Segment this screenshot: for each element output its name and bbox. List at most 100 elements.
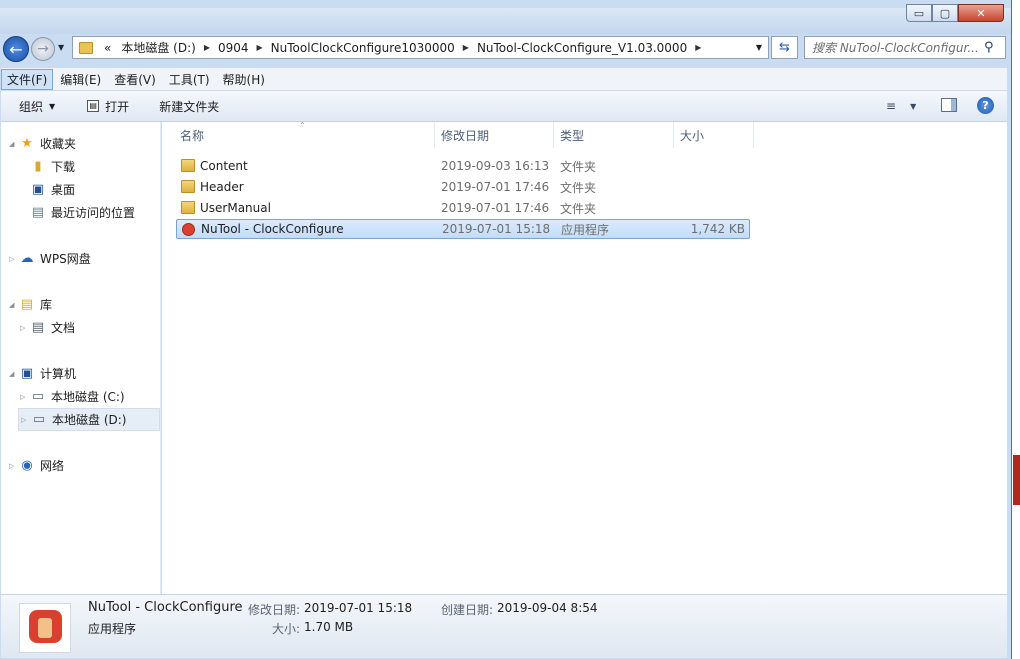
nav-label: 文档 <box>51 321 76 335</box>
expand-icon[interactable]: ◢ <box>9 140 19 148</box>
folder-icon <box>181 201 195 214</box>
library-icon: ▤ <box>20 297 34 312</box>
downloads-icon: ▮ <box>34 159 42 174</box>
address-segment[interactable]: NuTool-ClockConfigure_V1.03.0000 <box>472 41 692 55</box>
change-view-button[interactable]: ≡ ▼ <box>886 99 916 113</box>
file-size: 1,742 KB <box>690 222 745 236</box>
file-name: NuTool - ClockConfigure <box>201 222 344 236</box>
forward-button[interactable]: → <box>31 37 55 61</box>
nav-downloads[interactable]: ▮ 下载 <box>30 158 75 175</box>
refresh-button[interactable]: ⇆ <box>771 36 798 59</box>
file-row[interactable]: Header 2019-07-01 17:46 文件夹 <box>176 177 750 197</box>
details-created-value: 2019-09-04 8:54 <box>497 601 598 615</box>
chevron-right-icon[interactable]: ▶ <box>460 43 472 52</box>
column-header-type[interactable]: 类型 <box>560 127 584 144</box>
file-type: 文件夹 <box>560 201 597 216</box>
network-icon: ◉ <box>21 458 33 473</box>
open-icon: ▤ <box>87 100 100 112</box>
column-divider[interactable] <box>434 122 435 148</box>
organize-button[interactable]: 组织 ▼ <box>19 98 55 115</box>
expand-icon[interactable]: ◢ <box>9 301 19 309</box>
expand-icon[interactable]: ▷ <box>20 393 30 401</box>
nav-documents[interactable]: ▷ ▤ 文档 <box>20 319 75 336</box>
details-created-label: 创建日期: <box>441 603 494 617</box>
file-row-selected[interactable]: NuTool - ClockConfigure 2019-07-01 15:18… <box>176 219 750 239</box>
nav-recent-places[interactable]: ▤ 最近访问的位置 <box>30 204 135 221</box>
new-folder-button[interactable]: 新建文件夹 <box>159 98 219 115</box>
menu-view[interactable]: 查看(V) <box>108 69 162 90</box>
nav-computer[interactable]: ◢ ▣ 计算机 <box>9 365 76 382</box>
star-icon: ★ <box>21 136 33 151</box>
address-dropdown-icon[interactable]: ▼ <box>750 43 768 52</box>
documents-icon: ▤ <box>31 320 45 335</box>
maximize-button[interactable]: ▢ <box>932 4 958 22</box>
hand-icon <box>38 618 52 638</box>
chevron-right-icon[interactable]: ▶ <box>254 43 266 52</box>
address-bar[interactable]: « 本地磁盘 (D:) ▶ 0904 ▶ NuToolClockConfigur… <box>72 36 769 59</box>
open-button[interactable]: ▤ 打开 <box>87 98 129 115</box>
close-button[interactable]: ✕ <box>958 4 1004 22</box>
address-overflow[interactable]: « <box>99 41 116 55</box>
nav-label: 本地磁盘 (D:) <box>52 413 127 427</box>
chevron-right-icon[interactable]: ▶ <box>201 43 213 52</box>
chevron-right-icon[interactable]: ▶ <box>692 43 704 52</box>
address-segment[interactable]: 0904 <box>213 41 254 55</box>
file-type: 文件夹 <box>560 159 597 174</box>
background-red-mark <box>1013 455 1020 505</box>
expand-icon[interactable]: ▷ <box>9 255 19 263</box>
nav-drive-c[interactable]: ▷ ▭ 本地磁盘 (C:) <box>20 388 125 405</box>
nav-label: 收藏夹 <box>40 137 77 151</box>
help-icon[interactable]: ? <box>977 97 994 114</box>
minimize-button[interactable]: ▭ <box>906 4 932 22</box>
search-input[interactable] <box>812 40 982 55</box>
computer-icon: ▣ <box>20 366 34 381</box>
column-divider[interactable] <box>553 122 554 148</box>
menu-help[interactable]: 帮助(H) <box>217 69 271 90</box>
nav-label: 最近访问的位置 <box>51 206 136 220</box>
window-title-bar[interactable] <box>0 8 1011 34</box>
nav-network[interactable]: ▷ ◉ 网络 <box>9 457 64 474</box>
column-header-date[interactable]: 修改日期 <box>441 127 489 144</box>
nav-label: WPS网盘 <box>40 252 91 266</box>
file-row[interactable]: Content 2019-09-03 16:13 文件夹 <box>176 156 750 176</box>
folder-icon <box>79 41 93 54</box>
column-divider[interactable] <box>673 122 674 148</box>
expand-icon[interactable]: ▷ <box>20 324 30 332</box>
file-row[interactable]: UserManual 2019-07-01 17:46 文件夹 <box>176 198 750 218</box>
address-segment[interactable]: 本地磁盘 (D:) <box>116 39 200 56</box>
back-button[interactable]: ← <box>3 36 29 62</box>
menu-edit[interactable]: 编辑(E) <box>54 69 107 90</box>
expand-icon[interactable]: ▷ <box>21 416 31 424</box>
nav-library[interactable]: ◢ ▤ 库 <box>9 296 52 313</box>
file-date: 2019-09-03 16:13 <box>441 159 550 173</box>
forward-arrow-icon: → <box>37 41 49 57</box>
address-segment[interactable]: NuToolClockConfigure1030000 <box>266 41 460 55</box>
column-header-size[interactable]: 大小 <box>680 127 704 144</box>
nav-label: 网络 <box>40 459 65 473</box>
nav-drive-d[interactable]: ▷ ▭ 本地磁盘 (D:) <box>18 408 160 431</box>
column-header-name[interactable]: 名称 <box>180 127 204 144</box>
app-icon <box>182 223 195 236</box>
menu-file[interactable]: 文件(F) <box>1 68 54 90</box>
chevron-down-icon: ▼ <box>910 101 917 111</box>
expand-icon[interactable]: ▷ <box>9 462 19 470</box>
command-bar: 组织 ▼ ▤ 打开 新建文件夹 <box>1 91 1007 122</box>
nav-favorites[interactable]: ◢ ★ 收藏夹 <box>9 135 76 152</box>
sort-ascending-icon: ⌃ <box>299 121 306 130</box>
folder-icon <box>181 159 195 172</box>
column-divider[interactable] <box>753 122 754 148</box>
expand-icon[interactable]: ◢ <box>9 370 19 378</box>
nav-label: 下载 <box>51 160 76 174</box>
search-icon[interactable]: ⚲ <box>984 40 994 55</box>
new-folder-label: 新建文件夹 <box>159 99 220 114</box>
nav-desktop[interactable]: ▣ 桌面 <box>30 181 75 198</box>
file-type: 应用程序 <box>561 222 610 237</box>
back-arrow-icon: ← <box>9 39 23 59</box>
search-box[interactable]: ⚲ <box>804 36 1006 59</box>
nav-wps-cloud[interactable]: ▷ ☁ WPS网盘 <box>9 250 91 267</box>
menu-tools[interactable]: 工具(T) <box>163 69 216 90</box>
file-date: 2019-07-01 17:46 <box>441 180 550 194</box>
file-date: 2019-07-01 17:46 <box>441 201 550 215</box>
preview-pane-icon[interactable] <box>941 98 957 112</box>
recent-pages-dropdown[interactable]: ▼ <box>58 43 64 52</box>
